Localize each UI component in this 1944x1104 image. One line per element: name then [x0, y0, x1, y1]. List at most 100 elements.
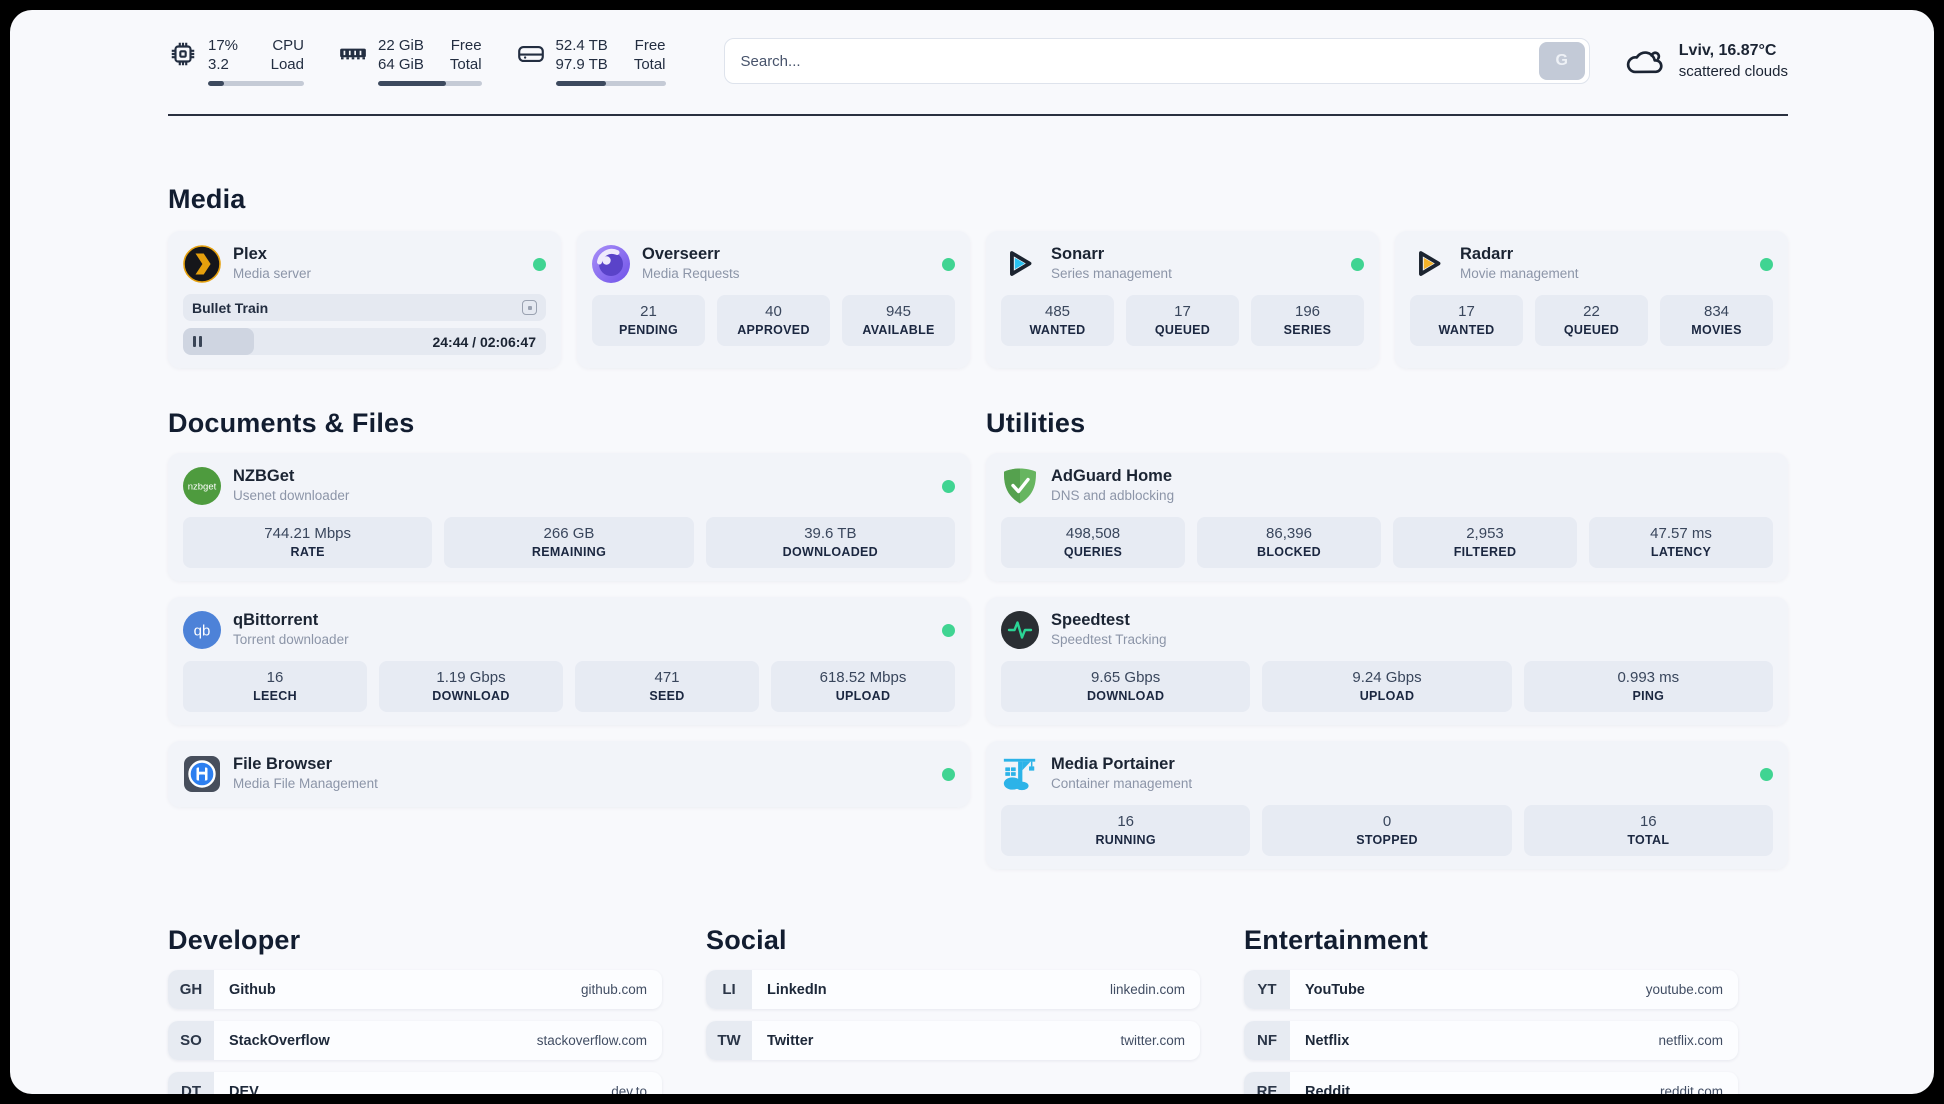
storage-values: 52.4 TB 97.9 TB — [555, 37, 608, 73]
github-badge-icon: GH — [168, 970, 214, 1009]
app-card-radarr[interactable]: Radarr Movie management 17 WANTED 22 QUE… — [1395, 231, 1788, 368]
status-dot — [942, 257, 955, 271]
stat-downloaded: 39.6 TB DOWNLOADED — [705, 517, 955, 568]
stat-movies: 834 MOVIES — [1660, 295, 1773, 346]
adguard-shield-icon — [1001, 467, 1039, 505]
weather-condition: scattered clouds — [1678, 63, 1788, 80]
stat-download: 9.65 Gbps DOWNLOAD — [1001, 661, 1251, 712]
storage-labels: Free Total — [633, 37, 666, 73]
app-card-portainer[interactable]: Media Portainer Container management 16 … — [986, 741, 1788, 869]
now-playing-row: Bullet Train — [183, 294, 546, 321]
link-youtube[interactable]: YT YouTube youtube.com — [1244, 970, 1738, 1009]
link-netflix[interactable]: NF Netflix netflix.com — [1244, 1021, 1738, 1060]
weather-location-temp: Lviv, 16.87°C — [1678, 42, 1777, 59]
app-card-overseerr[interactable]: Overseerr Media Requests 21 PENDING 40 A… — [577, 231, 970, 368]
link-dev[interactable]: DT DEV dev.to — [168, 1072, 662, 1094]
status-dot — [1760, 767, 1773, 781]
ram-icon — [340, 48, 366, 60]
link-github[interactable]: GH Github github.com — [168, 970, 662, 1009]
dashboard-page: 17% 3.2 CPU Load 22 GiB 64 GiB Free Tota… — [10, 10, 1934, 1094]
memory-values: 22 GiB 64 GiB — [378, 37, 424, 73]
disk-icon — [517, 45, 544, 63]
netflix-badge-icon: NF — [1244, 1021, 1290, 1060]
stat-seed: 471 SEED — [575, 661, 759, 712]
stat-stopped: 0 STOPPED — [1262, 805, 1512, 856]
stat-queued: 17 QUEUED — [1126, 295, 1239, 346]
section-title-documents: Documents & Files — [168, 408, 415, 438]
search-input[interactable] — [740, 52, 1539, 70]
app-subtitle: Media server — [233, 266, 312, 281]
section-title-media: Media — [168, 184, 246, 214]
cpu-labels: CPU Load — [270, 37, 304, 73]
app-name: qBittorrent — [233, 611, 319, 629]
stat-ping: 0.993 ms PING — [1523, 661, 1773, 712]
svg-text:nzbget: nzbget — [188, 482, 217, 493]
cloud-icon — [1626, 51, 1663, 74]
app-name: Speedtest — [1051, 611, 1130, 629]
app-name: NZBGet — [233, 467, 295, 485]
app-name: Sonarr — [1051, 245, 1105, 263]
app-name: Plex — [233, 245, 267, 263]
stat-wanted: 485 WANTED — [1001, 295, 1114, 346]
cpu-progress-bar — [208, 81, 304, 86]
speedtest-pulse-icon — [1001, 611, 1039, 649]
stat-wanted: 17 WANTED — [1410, 295, 1523, 346]
twitter-badge-icon: TW — [706, 1021, 752, 1060]
storage-progress-bar — [555, 81, 666, 86]
linkedin-badge-icon: LI — [706, 970, 752, 1009]
stat-filtered: 2,953 FILTERED — [1393, 517, 1577, 568]
open-modal-icon[interactable] — [522, 300, 537, 315]
status-dot — [942, 479, 955, 493]
memory-labels: Free Total — [449, 37, 482, 73]
stat-leech: 16 LEECH — [183, 661, 367, 712]
playback-progress-bar: 24:44 / 02:06:47 — [183, 328, 546, 355]
link-stackoverflow[interactable]: SO StackOverflow stackoverflow.com — [168, 1021, 662, 1060]
app-name: AdGuard Home — [1051, 467, 1173, 485]
plex-icon — [183, 245, 221, 283]
section-title-social: Social — [706, 925, 787, 955]
stat-remaining: 266 GB REMAINING — [444, 517, 694, 568]
app-card-filebrowser[interactable]: File Browser Media File Management — [168, 741, 970, 807]
stat-blocked: 86,396 BLOCKED — [1197, 517, 1381, 568]
app-card-speedtest[interactable]: Speedtest Speedtest Tracking 9.65 Gbps D… — [986, 597, 1788, 725]
app-subtitle: Movie management — [1460, 266, 1579, 281]
header-divider — [168, 114, 1788, 116]
sonarr-icon — [1001, 245, 1039, 283]
app-name: File Browser — [233, 755, 333, 773]
stat-rate: 744.21 Mbps RATE — [183, 517, 433, 568]
app-subtitle: Torrent downloader — [233, 632, 349, 647]
stat-available: 945 AVAILABLE — [842, 295, 955, 346]
weather-widget: Lviv, 16.87°C scattered clouds — [1624, 40, 1788, 82]
radarr-icon — [1410, 245, 1448, 283]
app-subtitle: Speedtest Tracking — [1051, 632, 1167, 647]
stat-running: 16 RUNNING — [1001, 805, 1251, 856]
app-card-adguard[interactable]: AdGuard Home DNS and adblocking 498,508 … — [986, 453, 1788, 581]
section-title-utilities: Utilities — [986, 408, 1086, 438]
search-bar: G — [723, 38, 1590, 84]
link-twitter[interactable]: TW Twitter twitter.com — [706, 1021, 1200, 1060]
status-dot — [1351, 257, 1364, 271]
app-subtitle: Series management — [1051, 266, 1172, 281]
app-name: Overseerr — [642, 245, 720, 263]
link-reddit[interactable]: RE Reddit reddit.com — [1244, 1072, 1738, 1094]
stat-approved: 40 APPROVED — [717, 295, 830, 346]
app-card-sonarr[interactable]: Sonarr Series management 485 WANTED 17 Q… — [986, 231, 1379, 368]
app-name: Radarr — [1460, 245, 1514, 263]
link-linkedin[interactable]: LI LinkedIn linkedin.com — [706, 970, 1200, 1009]
app-subtitle: Media File Management — [233, 776, 378, 791]
stackoverflow-badge-icon: SO — [168, 1021, 214, 1060]
status-dot — [942, 623, 955, 637]
overseerr-icon — [592, 245, 630, 283]
storage-metric: 52.4 TB 97.9 TB Free Total — [516, 36, 666, 86]
app-card-qbittorrent[interactable]: qb qBittorrent Torrent downloader 16 LEE… — [168, 597, 970, 725]
app-subtitle: Media Requests — [642, 266, 740, 281]
youtube-badge-icon: YT — [1244, 970, 1290, 1009]
app-card-plex[interactable]: Plex Media server Bullet Train 24:44 / 0… — [168, 231, 561, 368]
app-card-nzbget[interactable]: nzbget NZBGet Usenet downloader 744.21 M… — [168, 453, 970, 581]
dev-badge-icon: DT — [168, 1072, 214, 1094]
stat-pending: 21 PENDING — [592, 295, 705, 346]
search-engine-button[interactable]: G — [1538, 42, 1585, 80]
nzbget-icon: nzbget — [183, 467, 221, 505]
filebrowser-icon — [183, 755, 221, 793]
memory-metric: 22 GiB 64 GiB Free Total — [338, 36, 482, 86]
